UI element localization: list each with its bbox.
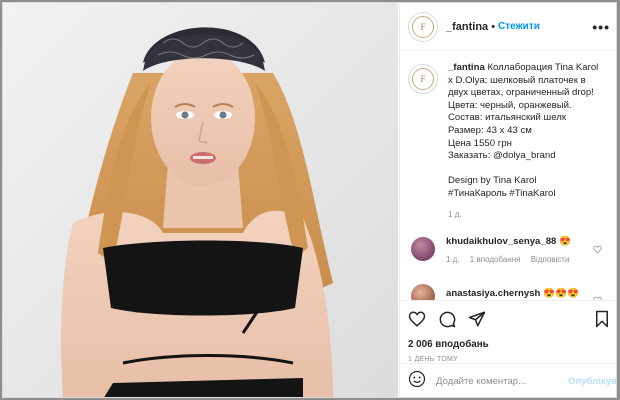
more-options-icon[interactable]: •••	[592, 19, 610, 35]
author-username[interactable]: _fantina	[446, 21, 488, 33]
commenter-avatar[interactable]	[411, 237, 435, 262]
likes-count[interactable]: 2 006 вподобань	[408, 339, 610, 350]
caption-line: Коллаборация Tina Karol	[487, 62, 599, 73]
caption-line[interactable]: Заказать: @dolya_brand	[448, 150, 610, 163]
author-avatar[interactable]: F	[408, 11, 438, 42]
comment-like-icon[interactable]	[593, 292, 602, 300]
reply-button[interactable]: Відповісти	[531, 255, 570, 264]
commenter-username[interactable]: anastasiya.chernysh	[446, 288, 540, 299]
comment-item: anastasiya.chernysh 😍😍😍	[408, 282, 610, 300]
follow-button[interactable]: Стежити	[498, 21, 540, 32]
caption-line: двух цветах, ограниченный drop!	[448, 87, 594, 99]
caption-line: Цена 1550 грн	[448, 137, 512, 149]
add-comment-bar: Опублікувати	[400, 363, 616, 397]
action-icons	[408, 307, 610, 335]
comment-body: khudaikhulov_senya_88 😍 1 д. 1 вподобанн…	[446, 235, 577, 266]
publish-button[interactable]: Опублікувати	[568, 376, 616, 387]
like-icon[interactable]	[408, 310, 426, 333]
separator-dot: •	[491, 20, 496, 33]
comment-likes[interactable]: 1 вподобання	[470, 255, 521, 264]
post-sidebar: F _fantina • Стежити ••• F _fantina Колл…	[399, 3, 616, 397]
post-actions: 2 006 вподобань 1 ДЕНЬ ТОМУ	[400, 300, 616, 363]
caption-avatar[interactable]: F	[408, 64, 438, 94]
comment-text: 😍	[559, 236, 572, 248]
caption-line: Цвета: черный, оранжевый.	[448, 99, 572, 111]
comment-item: khudaikhulov_senya_88 😍 1 д. 1 вподобанн…	[408, 235, 610, 266]
caption-line: Design by Tina Karol	[448, 175, 537, 187]
share-icon[interactable]	[468, 310, 486, 333]
author-avatar-logo: F	[412, 15, 434, 38]
caption-line: Состав: итальянский шелк	[448, 112, 567, 124]
caption-avatar-logo: F	[412, 68, 434, 90]
caption-line: Размер: 43 х 43 см	[448, 124, 532, 136]
comment-time[interactable]: 1 д.	[446, 255, 460, 264]
caption-text: _fantina Коллаборация Tina Karol x D.Oly…	[448, 62, 610, 221]
commenter-username[interactable]: khudaikhulov_senya_88	[446, 236, 556, 247]
comment-like-icon[interactable]	[593, 241, 602, 259]
caption-line	[448, 163, 610, 176]
comment-input[interactable]	[436, 376, 568, 387]
comments-section[interactable]: F _fantina Коллаборация Tina Karol x D.O…	[400, 52, 616, 300]
post-photo-illustration	[3, 3, 398, 397]
post-timestamp[interactable]: 1 ДЕНЬ ТОМУ	[408, 356, 610, 363]
comment-meta: 1 д. 1 вподобання Відповісти	[446, 253, 577, 266]
post-window: F _fantina • Стежити ••• F _fantina Колл…	[2, 2, 617, 398]
comment-icon[interactable]	[438, 310, 456, 333]
commenter-avatar[interactable]	[411, 284, 435, 300]
emoji-icon[interactable]	[408, 370, 426, 393]
post-header: F _fantina • Стежити •••	[400, 3, 616, 51]
comment-body: anastasiya.chernysh 😍😍😍	[446, 287, 579, 300]
bookmark-icon[interactable]	[594, 310, 610, 333]
comment-text: 😍😍😍	[543, 288, 579, 300]
caption-username[interactable]: _fantina	[448, 62, 485, 73]
caption-time[interactable]: 1 д.	[448, 209, 610, 222]
post-photo[interactable]	[3, 3, 398, 397]
caption-line: x D.Olya: шелковый платочек в	[448, 74, 586, 86]
caption-hashtags[interactable]: #ТинаКароль #TinaKarol	[448, 188, 610, 201]
caption: F _fantina Коллаборация Tina Karol x D.O…	[408, 62, 610, 221]
